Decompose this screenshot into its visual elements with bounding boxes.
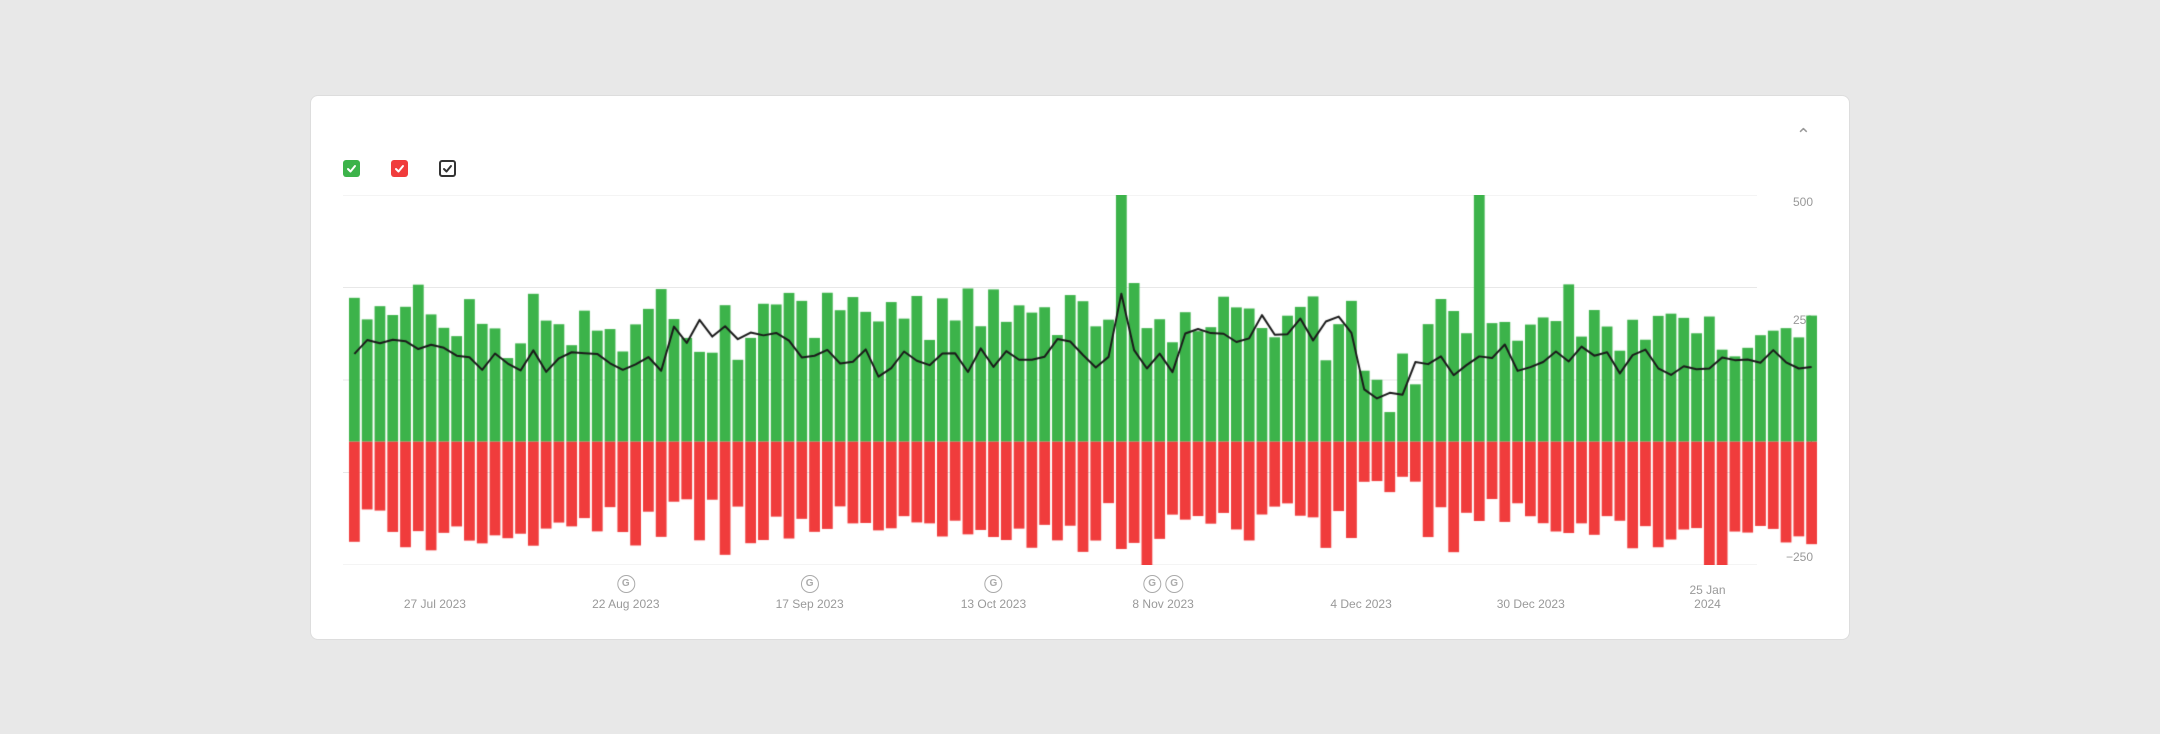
x-label-jul27: 27 Jul 2023 (404, 597, 466, 611)
chart-area: 500 250 0 −250 27 Jul 2023 G (343, 195, 1817, 615)
legend-checkbox-lost (391, 160, 408, 177)
chart-card: ⌃ 500 250 0 −250 (310, 95, 1850, 640)
google-marker-nov1: G (1143, 575, 1161, 593)
x-label-sep17: G 17 Sep 2023 (776, 575, 844, 611)
google-marker-nov2: G (1165, 575, 1183, 593)
x-label-dec4: 4 Dec 2023 (1330, 597, 1391, 611)
x-label-dec30: 30 Dec 2023 (1497, 597, 1565, 611)
google-marker-oct: G (984, 575, 1002, 593)
legend-checkbox-new (343, 160, 360, 177)
x-label-jan25: 25 Jan 2024 (1683, 583, 1733, 611)
google-marker-sep: G (801, 575, 819, 593)
x-axis: 27 Jul 2023 G 22 Aug 2023 G 17 Sep 2023 … (343, 565, 1757, 615)
legend-item-lost[interactable] (391, 160, 415, 177)
legend (343, 160, 1817, 177)
x-label-aug22: G 22 Aug 2023 (592, 575, 659, 611)
legend-item-new[interactable] (343, 160, 367, 177)
chart-canvas (343, 195, 1823, 565)
legend-item-change[interactable] (439, 160, 463, 177)
google-marker-aug: G (617, 575, 635, 593)
legend-checkbox-change (439, 160, 456, 177)
x-label-oct13: G 13 Oct 2023 (961, 575, 1026, 611)
x-label-nov8: G G 8 Nov 2023 (1132, 575, 1193, 611)
collapse-button[interactable]: ⌃ (1790, 124, 1817, 146)
card-header: ⌃ (343, 124, 1817, 146)
